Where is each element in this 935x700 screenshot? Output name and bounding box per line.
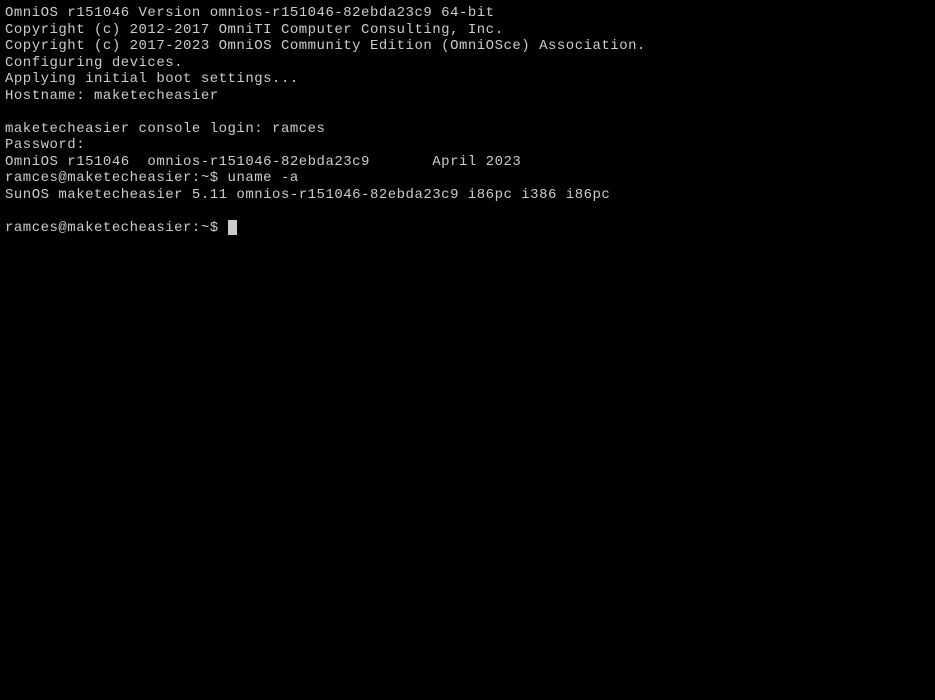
shell-prompt-2: ramces@maketecheasier:~$ [5, 220, 228, 236]
terminal-output[interactable]: OmniOS r151046 Version omnios-r151046-82… [5, 5, 930, 236]
password-prompt-line: Password: [5, 137, 930, 154]
motd-line: OmniOS r151046 omnios-r151046-82ebda23c9… [5, 154, 930, 171]
command-line-2[interactable]: ramces@maketecheasier:~$ [5, 220, 237, 236]
shell-prompt-1: ramces@maketecheasier:~$ [5, 170, 228, 186]
boot-version-line: OmniOS r151046 Version omnios-r151046-82… [5, 5, 930, 22]
copyright-line-1: Copyright (c) 2012-2017 OmniTI Computer … [5, 22, 930, 39]
login-line: maketecheasier console login: ramces [5, 121, 325, 137]
login-prompt-text: maketecheasier console login: [5, 121, 272, 137]
hostname-line: Hostname: maketecheasier [5, 88, 930, 105]
command-line-1: ramces@maketecheasier:~$ uname -a [5, 170, 299, 186]
config-devices-line: Configuring devices. [5, 55, 930, 72]
command-text-1: uname -a [228, 170, 299, 186]
command-output-1: SunOS maketecheasier 5.11 omnios-r151046… [5, 187, 930, 204]
blank-line-2 [5, 203, 930, 220]
copyright-line-2: Copyright (c) 2017-2023 OmniOS Community… [5, 38, 930, 55]
login-username: ramces [272, 121, 325, 137]
blank-line [5, 104, 930, 121]
boot-settings-line: Applying initial boot settings... [5, 71, 930, 88]
cursor-icon [228, 220, 237, 235]
